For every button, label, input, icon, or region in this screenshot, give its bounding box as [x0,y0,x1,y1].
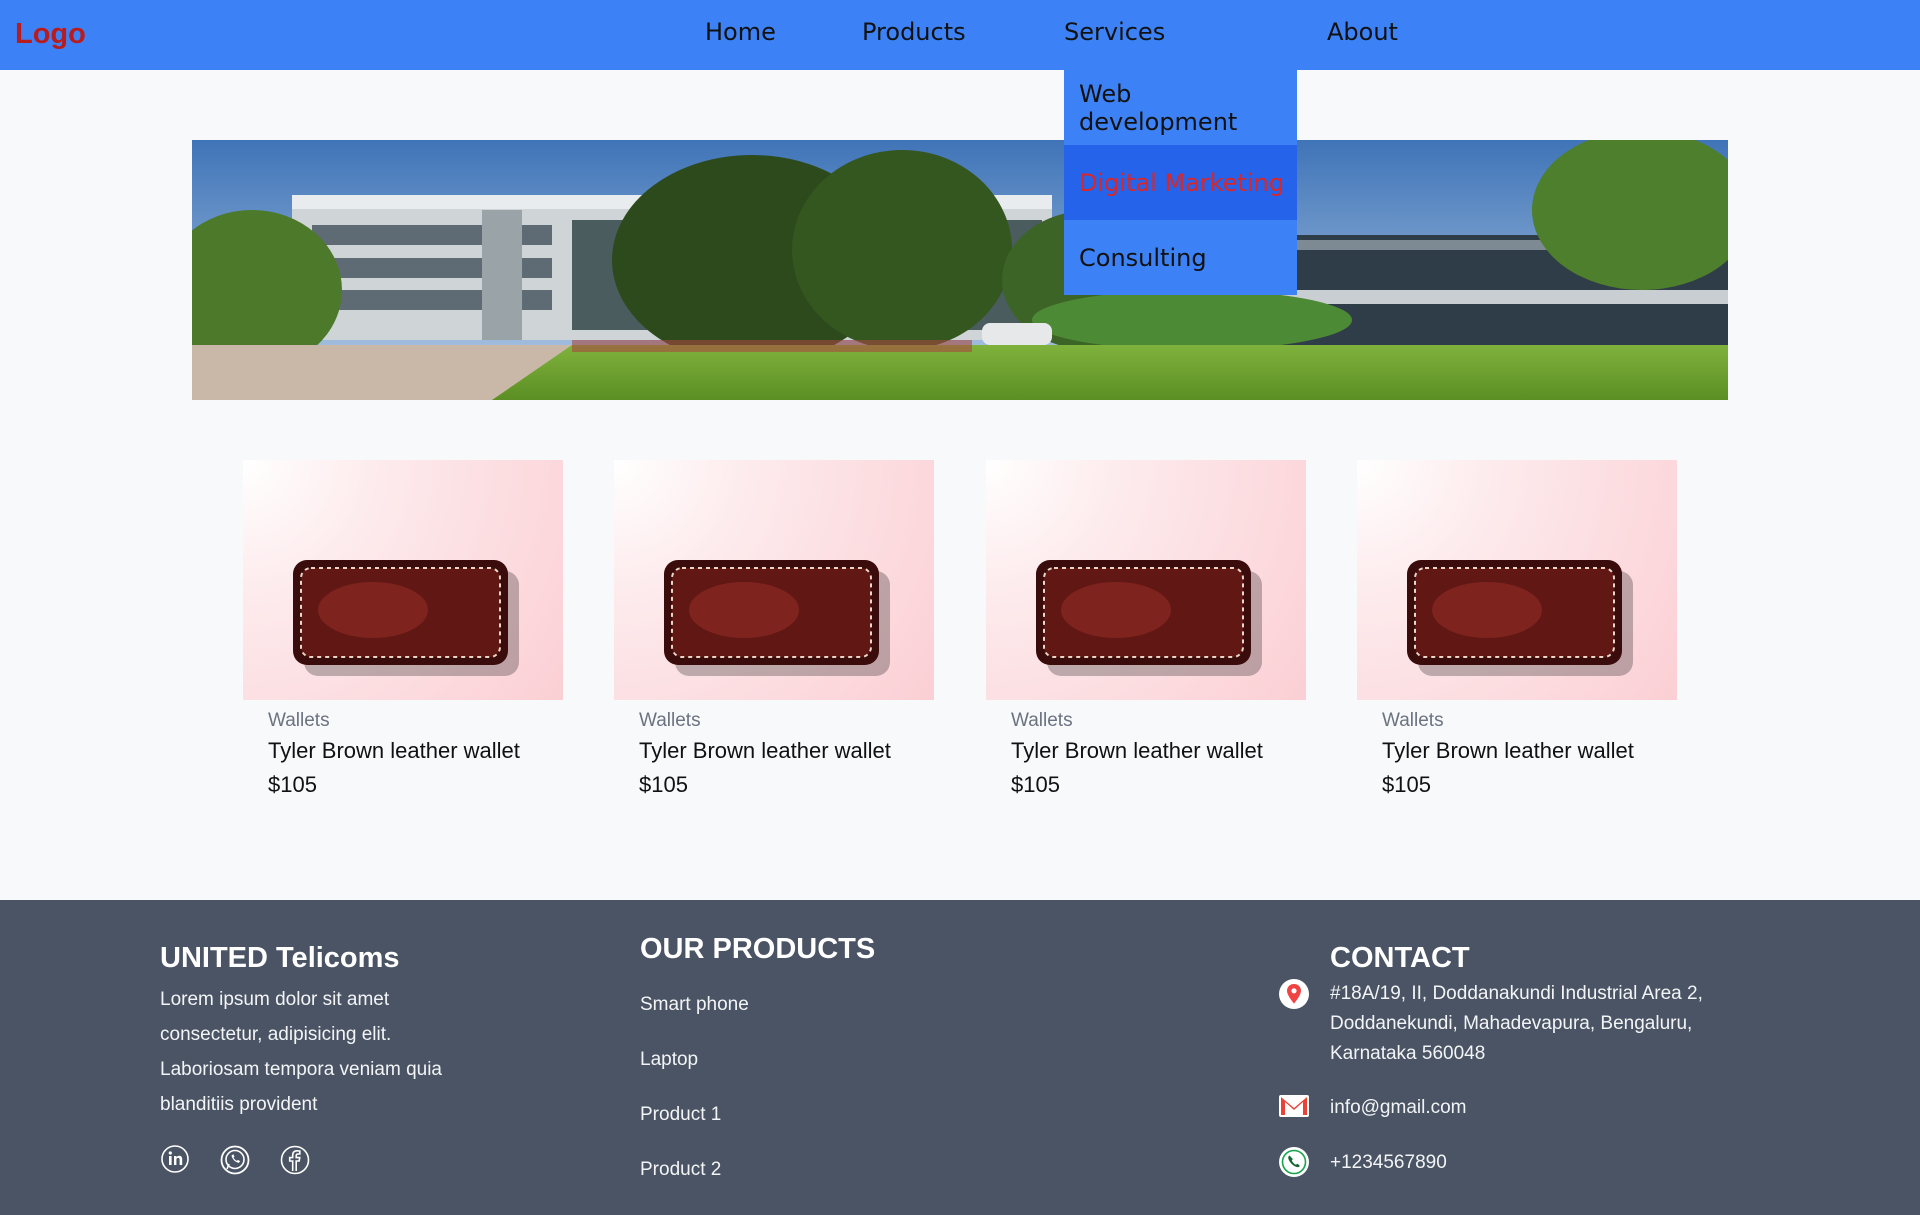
footer: UNITED Telicoms Lorem ipsum dolor sit am… [0,900,1920,1215]
footer-product-link[interactable]: Smart phone [640,994,749,1016]
footer-product-link[interactable]: Laptop [640,1049,698,1071]
product-card[interactable]: Wallets Tyler Brown leather wallet $105 [1357,460,1677,798]
product-image[interactable] [986,460,1306,700]
product-card[interactable]: Wallets Tyler Brown leather wallet $105 [986,460,1306,798]
company-description: Lorem ipsum dolor sit amet consectetur, … [160,989,442,1115]
product-price: $105 [1011,772,1060,797]
product-price: $105 [268,772,317,797]
contact-address: #18A/19, II, Doddanakundi Industrial Are… [1330,983,1703,1064]
product-title[interactable]: Tyler Brown leather wallet [1382,738,1677,764]
hero-banner [192,140,1728,400]
product-price: $105 [639,772,688,797]
services-dropdown: Web development Digital Marketing Consul… [1064,70,1297,295]
product-title[interactable]: Tyler Brown leather wallet [639,738,934,764]
product-image[interactable] [1357,460,1677,700]
dropdown-item-digital-marketing[interactable]: Digital Marketing [1064,145,1297,220]
dropdown-item-consulting[interactable]: Consulting [1064,220,1297,295]
logo[interactable]: Logo [15,18,86,51]
whatsapp-icon[interactable] [219,1144,251,1181]
footer-product-link[interactable]: Product 1 [640,1104,721,1126]
nav-link-services[interactable]: Services [1064,18,1165,46]
nav-link-home[interactable]: Home [705,18,776,46]
nav-link-about[interactable]: About [1327,18,1398,46]
product-category: Wallets [1011,710,1073,731]
footer-product-link[interactable]: Product 2 [640,1159,721,1181]
contact-heading: CONTACT [1330,942,1470,974]
product-title[interactable]: Tyler Brown leather wallet [268,738,563,764]
navbar: Logo Home Products Services About [0,0,1920,70]
contact-phone[interactable]: +1234567890 [1330,1148,1447,1178]
company-name: UNITED Telicoms [160,942,400,974]
wallet-image [293,560,519,676]
product-title[interactable]: Tyler Brown leather wallet [1011,738,1306,764]
product-category: Wallets [1382,710,1444,731]
products-heading: OUR PRODUCTS [640,933,876,965]
location-pin-icon [1278,978,1310,1015]
phone-icon [1278,1146,1310,1183]
hero-image [192,140,1728,400]
product-category: Wallets [639,710,701,731]
product-price: $105 [1382,772,1431,797]
linkedin-icon[interactable] [160,1144,190,1179]
nav-link-products[interactable]: Products [862,18,966,46]
contact-email[interactable]: info@gmail.com [1330,1093,1467,1123]
wallet-image [1036,560,1262,676]
product-card[interactable]: Wallets Tyler Brown leather wallet $105 [243,460,563,798]
facebook-icon[interactable] [279,1144,311,1181]
dropdown-item-web-development[interactable]: Web development [1064,70,1297,145]
product-image[interactable] [243,460,563,700]
product-category: Wallets [268,710,330,731]
product-card[interactable]: Wallets Tyler Brown leather wallet $105 [614,460,934,798]
product-image[interactable] [614,460,934,700]
wallet-image [1407,560,1633,676]
wallet-image [664,560,890,676]
email-icon [1278,1093,1310,1124]
